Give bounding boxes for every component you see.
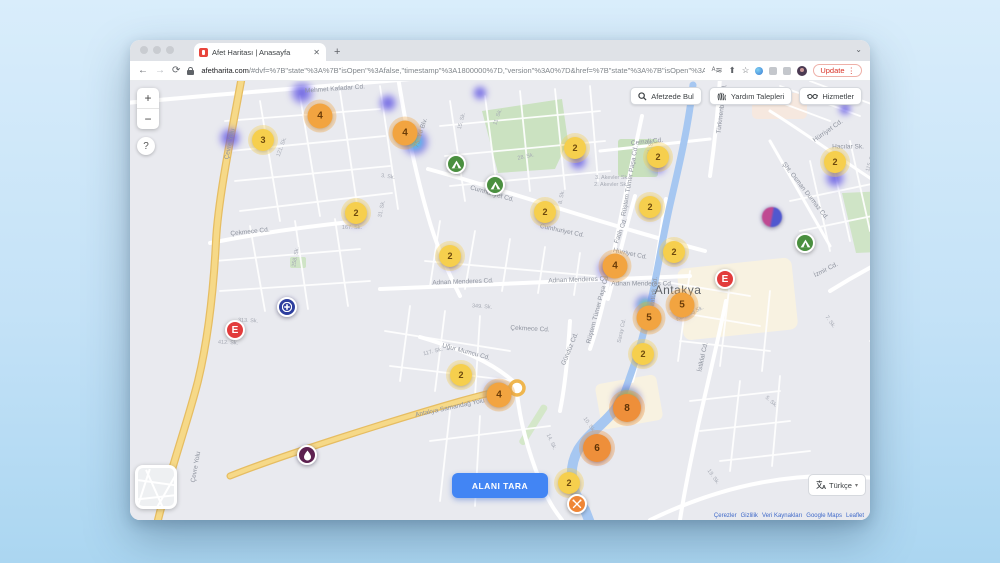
- bookmark-star-icon[interactable]: ☆: [742, 66, 750, 75]
- url-domain: afetharita.com: [201, 66, 249, 75]
- zoom-out-button[interactable]: −: [137, 109, 159, 129]
- tab-favicon-icon: [199, 48, 208, 57]
- new-tab-button[interactable]: +: [334, 43, 340, 61]
- tab-strip: Afet Haritası | Anasayfa ✕ + ⌄: [130, 40, 870, 61]
- url-path: /#dvf=%7B"state"%3A%7B"isOpen"%3Afalse,"…: [249, 66, 705, 75]
- profile-avatar[interactable]: [797, 66, 807, 76]
- help-button[interactable]: ?: [137, 137, 155, 155]
- help-hand-icon: [717, 92, 727, 101]
- update-label: Update: [820, 66, 844, 75]
- cluster-marker[interactable]: 8: [613, 394, 641, 422]
- cluster-marker[interactable]: 2: [439, 245, 461, 267]
- map-action-buttons: Afetzede Bul Yardım Talepleri Hizmetler: [630, 87, 862, 105]
- toolbar-actions: ᴬ≋ ⬆ ☆ Update ⋮: [712, 64, 862, 77]
- cluster-marker[interactable]: 2: [450, 364, 472, 386]
- maximize-window-button[interactable]: [166, 46, 174, 54]
- share-icon[interactable]: ⬆: [729, 66, 736, 75]
- cluster-marker[interactable]: 2: [824, 151, 846, 173]
- water-drop-marker[interactable]: [297, 445, 317, 465]
- ssl-lock-icon[interactable]: [187, 67, 194, 75]
- attribution-link[interactable]: Google Maps: [806, 513, 842, 519]
- pharmacy-e-marker[interactable]: E: [225, 320, 245, 340]
- minimize-window-button[interactable]: [153, 46, 161, 54]
- cluster-marker[interactable]: 5: [670, 293, 695, 318]
- zoom-in-button[interactable]: +: [137, 88, 159, 109]
- tab-close-icon[interactable]: ✕: [312, 48, 321, 57]
- shelter-tent-icon: [451, 160, 462, 169]
- medical-cross-icon: [282, 302, 292, 312]
- attribution-link[interactable]: Veri Kaynakları: [762, 513, 802, 519]
- services-label: Hizmetler: [822, 92, 854, 101]
- services-icon: [807, 92, 818, 101]
- map-canvas[interactable]: Mehmet Kafadar Cd.75. Yıl Blv.Cumhuriyet…: [130, 81, 870, 520]
- forward-button[interactable]: →: [155, 66, 165, 76]
- url-bar[interactable]: afetharita.com/#dvf=%7B"state"%3A%7B"isO…: [201, 66, 704, 75]
- reload-button[interactable]: ⟳: [172, 66, 180, 76]
- close-window-button[interactable]: [140, 46, 148, 54]
- help-requests-button[interactable]: Yardım Talepleri: [709, 87, 793, 105]
- tab-search-chevron-icon[interactable]: ⌄: [855, 45, 862, 54]
- water-drop-icon: [303, 450, 312, 461]
- minimap-thumbnail[interactable]: [135, 465, 177, 509]
- food-utensils-marker[interactable]: [567, 494, 587, 514]
- cluster-marker[interactable]: 2: [632, 343, 654, 365]
- translate-icon[interactable]: ᴬ≋: [712, 66, 723, 75]
- map-attribution: Çerezler Gizlilik Veri Kaynakları Google Ma…: [714, 513, 864, 519]
- shelter-tent-icon: [800, 239, 811, 248]
- pharmacy-e-marker[interactable]: E: [715, 269, 735, 289]
- window-controls[interactable]: [140, 46, 174, 54]
- language-label: Türkçe: [829, 481, 852, 490]
- cluster-marker[interactable]: 4: [308, 104, 333, 129]
- food-utensils-icon: [572, 499, 582, 509]
- sidebar-icon[interactable]: [783, 67, 791, 75]
- shelter-tent-marker[interactable]: [446, 154, 466, 174]
- cluster-marker[interactable]: 2: [647, 146, 669, 168]
- browser-tab[interactable]: Afet Haritası | Anasayfa ✕: [194, 43, 326, 61]
- shelter-tent-icon: [490, 181, 501, 190]
- language-translate-icon: A: [816, 480, 826, 490]
- browser-toolbar: ← → ⟳ afetharita.com/#dvf=%7B"state"%3A%…: [130, 61, 870, 81]
- cluster-marker[interactable]: 2: [345, 202, 367, 224]
- extension-icon[interactable]: [755, 67, 763, 75]
- cluster-marker[interactable]: 4: [487, 383, 512, 408]
- zoom-control: + −: [137, 88, 159, 129]
- svg-text:A: A: [822, 485, 826, 490]
- attribution-link[interactable]: Gizlilik: [741, 513, 758, 519]
- services-button[interactable]: Hizmetler: [799, 87, 862, 105]
- help-requests-label: Yardım Talepleri: [731, 92, 785, 101]
- attribution-link[interactable]: Leaflet: [846, 513, 864, 519]
- mixed-heat-marker: [762, 207, 782, 227]
- roundabout: [510, 381, 524, 395]
- extensions-puzzle-icon[interactable]: [769, 67, 777, 75]
- language-caret-icon: ▾: [855, 482, 858, 489]
- search-icon: [638, 92, 647, 101]
- cluster-marker[interactable]: 2: [663, 241, 685, 263]
- cluster-marker[interactable]: 2: [564, 137, 586, 159]
- cluster-marker[interactable]: 3: [252, 129, 274, 151]
- cluster-marker[interactable]: 6: [583, 434, 611, 462]
- cluster-marker[interactable]: 2: [639, 196, 661, 218]
- cluster-marker[interactable]: 4: [603, 254, 628, 279]
- chrome-update-button[interactable]: Update ⋮: [813, 64, 862, 77]
- tab-title: Afet Haritası | Anasayfa: [212, 48, 308, 57]
- medical-cross-marker[interactable]: [277, 297, 297, 317]
- shelter-tent-marker[interactable]: [795, 233, 815, 253]
- cluster-marker[interactable]: 4: [393, 121, 418, 146]
- language-selector[interactable]: A Türkçe ▾: [808, 474, 866, 496]
- attribution-link[interactable]: Çerezler: [714, 513, 737, 519]
- find-victim-label: Afetzede Bul: [651, 92, 694, 101]
- browser-window: Afet Haritası | Anasayfa ✕ + ⌄ ← → ⟳ afe…: [130, 40, 870, 520]
- shelter-tent-marker[interactable]: [485, 175, 505, 195]
- find-victim-button[interactable]: Afetzede Bul: [630, 87, 702, 105]
- map-base: [130, 81, 870, 520]
- cluster-marker[interactable]: 2: [534, 201, 556, 223]
- update-menu-dots-icon: ⋮: [848, 66, 856, 75]
- cluster-marker[interactable]: 2: [558, 472, 580, 494]
- cluster-marker[interactable]: 5: [637, 306, 662, 331]
- scan-area-button[interactable]: ALANI TARA: [452, 473, 548, 498]
- back-button[interactable]: ←: [138, 66, 148, 76]
